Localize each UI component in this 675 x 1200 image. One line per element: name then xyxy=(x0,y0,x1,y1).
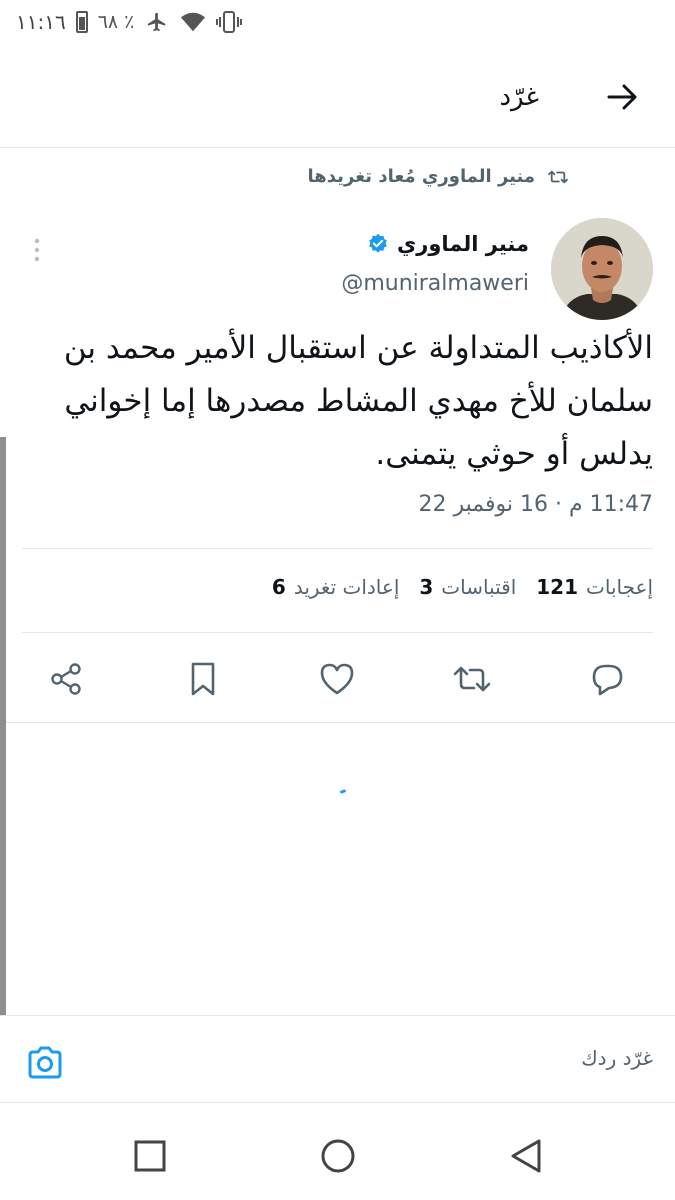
tweet-actions xyxy=(0,656,675,702)
recents-button[interactable] xyxy=(130,1136,170,1176)
back-button[interactable] xyxy=(605,80,639,114)
divider xyxy=(6,722,675,723)
tweet-text: الأكاذيب المتداولة عن استقبال الأمير محم… xyxy=(63,330,653,472)
reply-input[interactable]: غرّد ردك xyxy=(581,1046,653,1070)
vibrate-icon xyxy=(216,11,243,33)
retweet-icon xyxy=(548,170,568,183)
retweet-icon xyxy=(453,666,491,692)
author-name: منير الماوري xyxy=(397,232,529,256)
retweet-context-label: منير الماوري مُعاد تغريدها xyxy=(307,166,535,187)
reply-button[interactable] xyxy=(587,656,627,702)
airplane-mode-icon xyxy=(144,11,170,33)
share-button[interactable] xyxy=(46,656,86,702)
stat-retweets-count: 6 xyxy=(271,575,286,599)
divider xyxy=(22,548,653,549)
camera-icon xyxy=(28,1046,62,1079)
system-navigation-bar xyxy=(0,1110,675,1200)
top-app-bar: غرّد xyxy=(0,48,675,148)
retweet-context[interactable]: منير الماوري مُعاد تغريدها xyxy=(308,166,569,187)
more-options-button[interactable] xyxy=(30,236,44,264)
tweet-timestamp[interactable]: 11:47 م · 16 نوفمبر 22 xyxy=(419,492,654,517)
camera-button[interactable] xyxy=(26,1046,64,1080)
verified-badge-icon xyxy=(369,233,387,253)
arrow-back-icon xyxy=(607,84,637,110)
profile-photo xyxy=(551,218,653,320)
avatar[interactable] xyxy=(551,218,653,320)
like-button[interactable] xyxy=(317,656,357,702)
stat-quotes-label: اقتباسات xyxy=(441,575,517,599)
more-vertical-icon xyxy=(34,238,40,262)
stat-retweets-label: إعادات تغريد xyxy=(293,575,400,599)
share-icon xyxy=(51,663,81,695)
home-button[interactable] xyxy=(318,1136,358,1176)
battery-icon xyxy=(75,11,88,33)
stat-likes[interactable]: 121 إعجابات xyxy=(536,575,653,599)
stat-likes-count: 121 xyxy=(536,575,579,599)
status-bar: ١١:١٦ ٦٨ ٪ xyxy=(0,0,675,48)
triangle-back-icon xyxy=(511,1139,541,1173)
stat-retweets[interactable]: 6 إعادات تغريد xyxy=(272,575,399,599)
divider xyxy=(22,632,653,633)
author-handle[interactable]: @muniralmaweri xyxy=(341,271,529,296)
bookmark-button[interactable] xyxy=(183,656,223,702)
stat-likes-label: إعجابات xyxy=(586,575,653,599)
stat-quotes-count: 3 xyxy=(419,575,434,599)
battery-level: ٦٨ ٪ xyxy=(97,11,135,33)
scrollbar[interactable] xyxy=(0,437,6,1015)
tweet-stats: 6 إعادات تغريد 3 اقتباسات 121 إعجابات xyxy=(272,575,653,599)
loading-indicator xyxy=(339,789,347,794)
retweet-button[interactable] xyxy=(452,656,492,702)
back-nav-button[interactable] xyxy=(506,1136,546,1176)
wifi-icon xyxy=(180,11,206,33)
bookmark-icon xyxy=(191,662,215,696)
reply-icon xyxy=(592,664,623,696)
author-name-row[interactable]: منير الماوري xyxy=(367,232,529,256)
page-title: غرّد xyxy=(499,82,539,112)
square-icon xyxy=(134,1140,166,1172)
heart-icon xyxy=(320,663,354,695)
stat-quotes[interactable]: 3 اقتباسات xyxy=(419,575,516,599)
reply-composer[interactable]: غرّد ردك xyxy=(0,1015,675,1103)
status-time: ١١:١٦ xyxy=(16,10,66,34)
circle-icon xyxy=(321,1139,355,1173)
